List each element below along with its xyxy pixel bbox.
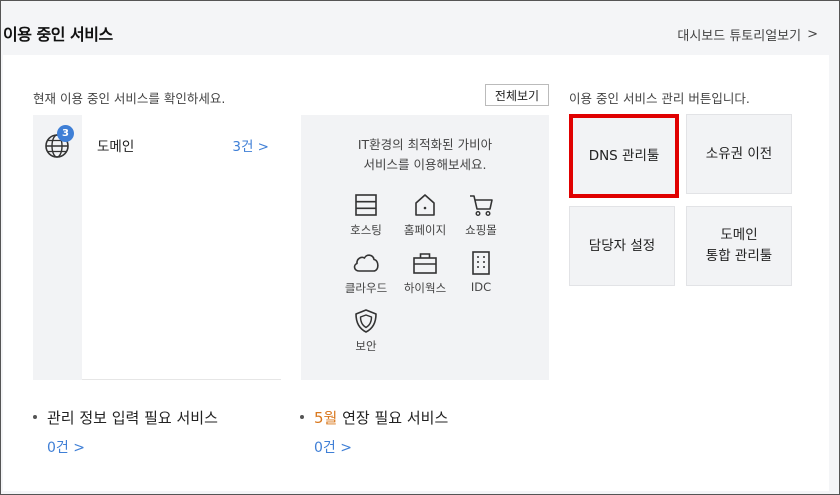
cloud-icon — [353, 254, 379, 272]
domain-service-panel: 3 도메인 3건 > — [33, 115, 281, 380]
service-label: 쇼핑몰 — [465, 223, 497, 237]
service-idc[interactable]: IDC — [446, 250, 516, 294]
service-label: 보안 — [355, 339, 377, 353]
renewal-month: 5월 — [314, 409, 338, 427]
services-card: 현재 이용 중인 서비스를 확인하세요. 전체보기 이용 중인 서비스 관리 버… — [3, 55, 829, 491]
bullet-dot — [300, 414, 304, 419]
header: 이용 중인 서비스 대시보드 튜토리얼보기 > — [0, 0, 840, 55]
home-icon — [415, 194, 435, 216]
button-label-line-2: 통합 관리툴 — [705, 248, 773, 264]
management-description: 이용 중인 서비스 관리 버튼입니다. — [569, 91, 750, 106]
shield-icon — [355, 309, 377, 333]
button-label-line-1: 도메인 — [720, 227, 758, 243]
services-description: 현재 이용 중인 서비스를 확인하세요. — [33, 91, 226, 106]
service-shopping[interactable]: 쇼핑몰 — [446, 192, 516, 238]
chevron-right-icon: > — [807, 27, 818, 42]
contact-settings-button[interactable]: 담당자 설정 — [569, 206, 675, 286]
domain-count-badge: 3 — [57, 125, 74, 142]
info-needed-heading: 관리 정보 입력 필요 서비스 — [33, 407, 218, 428]
server-icon — [355, 194, 377, 216]
tutorial-link-label: 대시보드 튜토리얼보기 — [677, 29, 802, 44]
button-label: DNS 관리툴 — [588, 147, 660, 164]
service-label: IDC — [470, 280, 492, 294]
button-label: 도메인 통합 관리툴 — [706, 225, 772, 267]
briefcase-icon — [413, 253, 437, 274]
building-icon — [472, 251, 490, 275]
domain-integrated-management-button[interactable]: 도메인 통합 관리툴 — [686, 206, 792, 286]
button-label: 소유권 이전 — [705, 145, 773, 162]
service-security[interactable]: 보안 — [331, 308, 401, 354]
promo-text: IT환경의 최적화된 가비아 서비스를 이용해보세요. — [301, 135, 549, 175]
info-needed-label: 관리 정보 입력 필요 서비스 — [47, 409, 218, 427]
dashboard-tutorial-link[interactable]: 대시보드 튜토리얼보기 > — [677, 25, 818, 44]
button-label: 담당자 설정 — [588, 237, 656, 254]
bullet-dot — [33, 414, 37, 419]
promo-line-2: 서비스를 이용해보세요. — [363, 157, 487, 172]
promo-line-1: IT환경의 최적화된 가비아 — [357, 137, 493, 152]
domain-label: 도메인 — [97, 139, 135, 155]
gabia-services-panel: IT환경의 최적화된 가비아 서비스를 이용해보세요. 호스팅 홈페이지 쇼핑몰… — [301, 115, 549, 380]
view-all-button[interactable]: 전체보기 — [485, 84, 549, 106]
domain-icon-column: 3 — [33, 115, 82, 380]
info-needed-count-link[interactable]: 0건 > — [47, 437, 85, 457]
cart-icon — [470, 195, 493, 217]
dns-management-tool-button[interactable]: DNS 관리툴 — [569, 114, 679, 198]
ownership-transfer-button[interactable]: 소유권 이전 — [686, 114, 792, 194]
renewal-count-link[interactable]: 0건 > — [314, 437, 352, 457]
renewal-label: 연장 필요 서비스 — [337, 409, 449, 427]
domain-count-link[interactable]: 3건 > — [232, 135, 269, 155]
renewal-needed-heading: 5월 연장 필요 서비스 — [300, 407, 448, 428]
page-title: 이용 중인 서비스 — [3, 25, 113, 44]
